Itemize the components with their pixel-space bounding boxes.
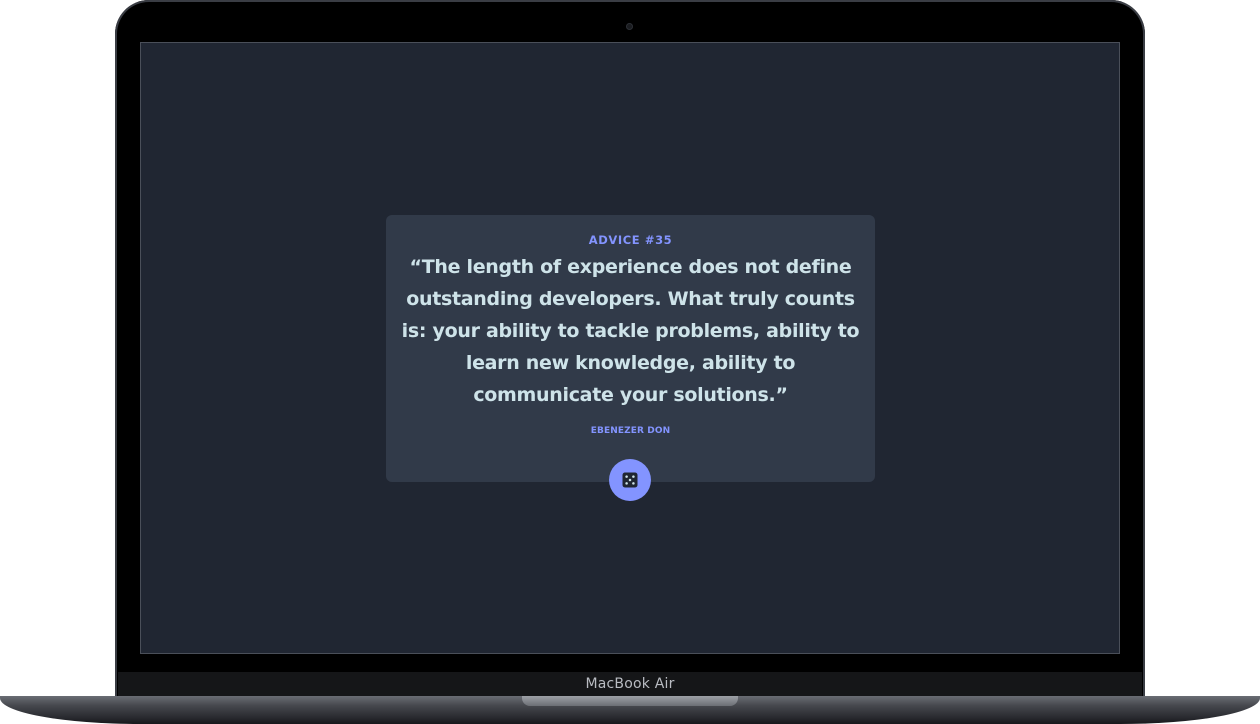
generate-advice-button[interactable] <box>609 459 651 501</box>
device-brand-label: MacBook Air <box>585 676 675 692</box>
advice-card: ADVICE #35 “The length of experience doe… <box>386 215 875 501</box>
laptop-mockup: ADVICE #35 “The length of experience doe… <box>0 0 1260 724</box>
dice-icon <box>622 472 638 488</box>
laptop-hinge-notch <box>522 696 738 706</box>
advice-id: ADVICE #35 <box>588 233 673 247</box>
laptop-screen: ADVICE #35 “The length of experience doe… <box>140 42 1120 654</box>
advice-author: EBENEZER DON <box>590 426 671 436</box>
webcam-icon <box>626 23 633 30</box>
advice-quote: “The length of experience does not defin… <box>401 256 860 406</box>
